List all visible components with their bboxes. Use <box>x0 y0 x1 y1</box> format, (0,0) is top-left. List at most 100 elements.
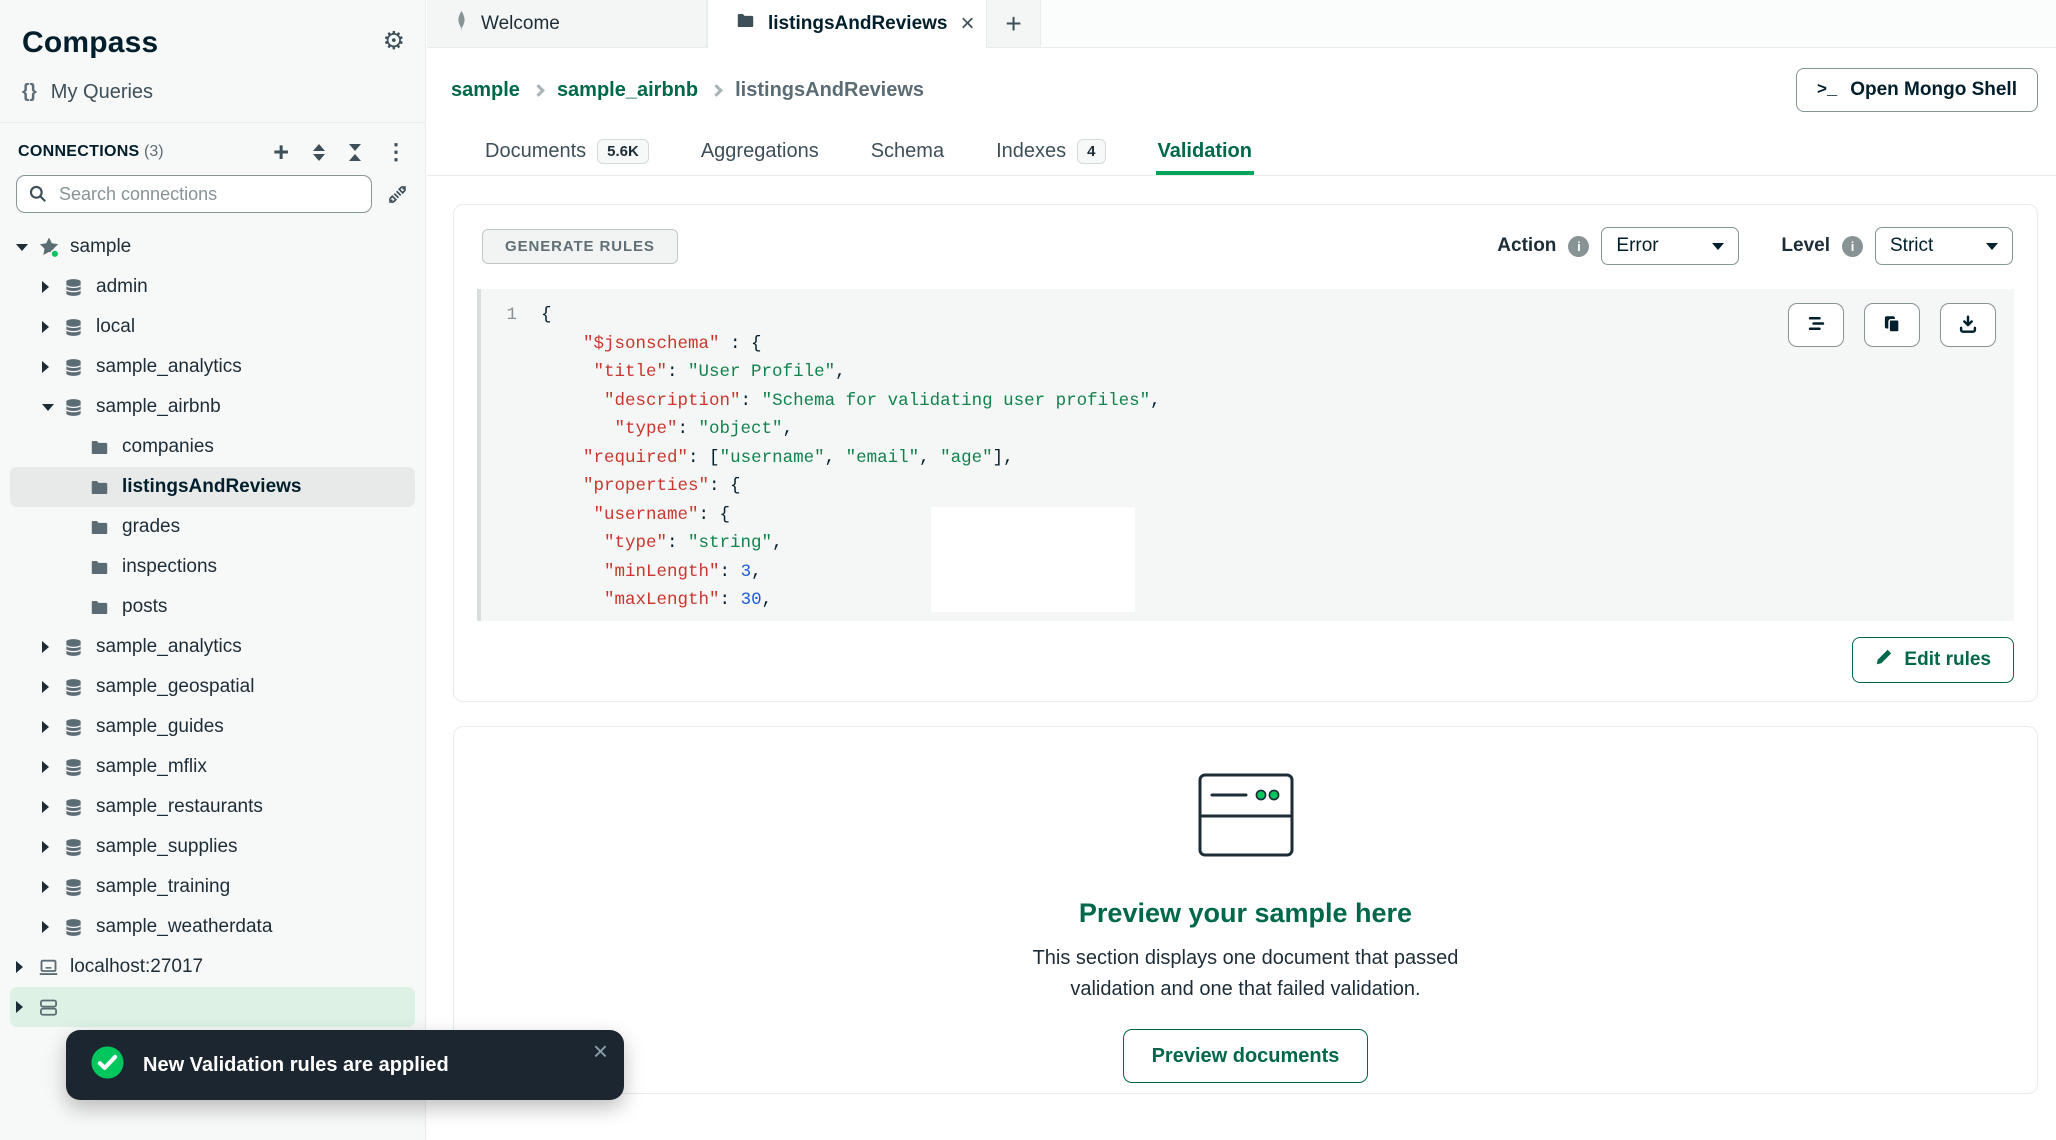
folder-icon <box>90 558 120 577</box>
tree-item-sample_guides[interactable]: sample_guides <box>10 707 415 747</box>
tab-welcome-label: Welcome <box>481 13 560 35</box>
tree-item-label: sample_geospatial <box>96 676 254 698</box>
tree-item-sample_supplies[interactable]: sample_supplies <box>10 827 415 867</box>
preview-documents-button[interactable]: Preview documents <box>1123 1029 1369 1083</box>
db-icon <box>64 758 94 777</box>
subtab-schema[interactable]: Schema <box>869 132 946 175</box>
mongodb-leaf-icon <box>455 11 468 37</box>
tree-item-label: sample_weatherdata <box>96 916 272 938</box>
laptop-icon <box>38 957 68 978</box>
documents-count-badge: 5.6K <box>597 139 649 164</box>
tree-item-localhost:27017[interactable]: localhost:27017 <box>10 947 415 987</box>
tree-item-listingsAndReviews[interactable]: listingsAndReviews <box>10 467 415 507</box>
tree-item-admin[interactable]: admin <box>10 267 415 307</box>
tree-item-sample_analytics[interactable]: sample_analytics <box>10 347 415 387</box>
tree-item-label: sample_mflix <box>96 756 207 778</box>
caret-right-icon[interactable] <box>42 881 64 893</box>
generate-rules-button[interactable]: GENERATE RULES <box>482 229 678 264</box>
expand-all-icon[interactable] <box>313 144 325 161</box>
edit-rules-button[interactable]: Edit rules <box>1852 637 2014 683</box>
db-icon <box>64 918 94 937</box>
app-window: Compass ⚙ {} My Queries CONNECTIONS (3) … <box>0 0 2056 1140</box>
caret-right-icon[interactable] <box>42 761 64 773</box>
caret-right-icon[interactable] <box>16 1001 38 1013</box>
tree-item-sample_mflix[interactable]: sample_mflix <box>10 747 415 787</box>
caret-right-icon[interactable] <box>16 961 38 973</box>
tree-item-label: companies <box>122 436 214 458</box>
db-icon <box>64 838 94 857</box>
tree-item-local[interactable]: local <box>10 307 415 347</box>
workspace: Welcome listingsAndReviews × + sample sa… <box>427 0 2056 1140</box>
breadcrumb-connection[interactable]: sample <box>451 79 520 102</box>
close-tab-icon[interactable]: × <box>961 12 975 36</box>
toast-close-icon[interactable]: × <box>593 1038 608 1064</box>
tabbar-filler <box>1041 0 2056 47</box>
tree-item-sample_restaurants[interactable]: sample_restaurants <box>10 787 415 827</box>
action-info-icon[interactable]: i <box>1568 236 1589 257</box>
terminal-icon: >_ <box>1817 81 1837 100</box>
disconnect-icon[interactable] <box>386 183 409 206</box>
validation-rules-editor[interactable]: 1 { "$jsonschema" : { "title": "User Pro… <box>477 289 2014 621</box>
app-title: Compass <box>22 26 158 60</box>
preview-title: Preview your sample here <box>1079 898 1412 929</box>
chevron-right-icon <box>710 84 723 97</box>
collection-subtabs: Documents5.6K Aggregations Schema Indexe… <box>427 132 2056 176</box>
caret-right-icon[interactable] <box>42 281 64 293</box>
subtab-aggregations[interactable]: Aggregations <box>699 132 821 175</box>
tree-item-label: grades <box>122 516 180 538</box>
caret-right-icon[interactable] <box>42 641 64 653</box>
action-select[interactable]: Error <box>1601 227 1739 265</box>
success-check-icon <box>90 1045 125 1085</box>
tree-item-sample_airbnb[interactable]: sample_airbnb <box>10 387 415 427</box>
chevron-down-icon <box>1712 243 1724 250</box>
connections-menu-icon[interactable]: ⋮ <box>385 142 407 162</box>
tree-item-sample_analytics[interactable]: sample_analytics <box>10 627 415 667</box>
db-icon <box>64 878 94 897</box>
caret-right-icon[interactable] <box>42 721 64 733</box>
caret-right-icon[interactable] <box>42 801 64 813</box>
caret-down-icon[interactable] <box>42 404 64 411</box>
tab-welcome[interactable]: Welcome <box>427 0 707 47</box>
format-code-button[interactable] <box>1788 303 1844 347</box>
download-code-button[interactable] <box>1940 303 1996 347</box>
subtab-indexes[interactable]: Indexes4 <box>994 132 1107 175</box>
format-icon <box>1806 313 1827 337</box>
tree-item-sample_geospatial[interactable]: sample_geospatial <box>10 667 415 707</box>
settings-gear-icon[interactable]: ⚙ <box>383 29 405 54</box>
tree-item-grades[interactable]: grades <box>10 507 415 547</box>
breadcrumb-database[interactable]: sample_airbnb <box>557 79 698 102</box>
caret-down-icon[interactable] <box>16 244 38 251</box>
server-icon <box>38 997 68 1018</box>
subtab-validation[interactable]: Validation <box>1156 132 1254 175</box>
caret-right-icon[interactable] <box>42 321 64 333</box>
tree-item-companies[interactable]: companies <box>10 427 415 467</box>
tree-item-sample[interactable]: sample <box>10 227 415 267</box>
new-tab-button[interactable]: + <box>987 0 1041 47</box>
db-icon <box>64 358 94 377</box>
tree-item-posts[interactable]: posts <box>10 587 415 627</box>
level-select[interactable]: Strict <box>1875 227 2013 265</box>
tree-item-sample_weatherdata[interactable]: sample_weatherdata <box>10 907 415 947</box>
caret-right-icon[interactable] <box>42 681 64 693</box>
collapse-all-icon[interactable] <box>349 144 361 161</box>
tree-item-label: local <box>96 316 135 338</box>
caret-right-icon[interactable] <box>42 921 64 933</box>
collection-folder-icon <box>736 11 755 36</box>
validation-content: GENERATE RULES Action i Error Level i St… <box>427 176 2056 1134</box>
copy-code-button[interactable] <box>1864 303 1920 347</box>
sidebar-item-my-queries[interactable]: {} My Queries <box>0 72 425 112</box>
pencil-icon <box>1875 648 1893 672</box>
tab-listings-and-reviews[interactable]: listingsAndReviews × <box>707 0 987 47</box>
add-connection-icon[interactable]: + <box>273 142 289 162</box>
search-connections-input[interactable] <box>16 175 372 213</box>
tree-item-sample_training[interactable]: sample_training <box>10 867 415 907</box>
tree-item-connection[interactable] <box>10 987 415 1027</box>
subtab-documents[interactable]: Documents5.6K <box>483 132 651 175</box>
level-info-icon[interactable]: i <box>1842 236 1863 257</box>
tree-item-label: sample_restaurants <box>96 796 263 818</box>
open-mongo-shell-button[interactable]: >_ Open Mongo Shell <box>1796 68 2038 112</box>
tree-item-inspections[interactable]: inspections <box>10 547 415 587</box>
chevron-down-icon <box>1986 243 1998 250</box>
caret-right-icon[interactable] <box>42 841 64 853</box>
caret-right-icon[interactable] <box>42 361 64 373</box>
